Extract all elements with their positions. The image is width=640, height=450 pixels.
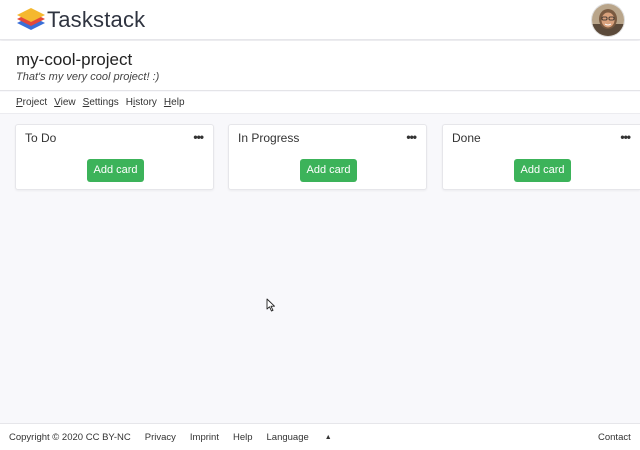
menu-help[interactable]: Help [164, 97, 185, 108]
page-footer: Copyright © 2020 CC BY-NC Privacy Imprin… [0, 423, 640, 450]
column-done: Done ••• Add card [442, 124, 640, 190]
imprint-link[interactable]: Imprint [190, 432, 219, 443]
more-options-icon[interactable]: ••• [620, 130, 631, 144]
language-dropdown[interactable]: Language ▲ [267, 432, 346, 443]
help-link[interactable]: Help [233, 432, 253, 443]
mouse-pointer-icon [266, 298, 275, 312]
add-card-button[interactable]: Add card [300, 159, 357, 182]
project-menubar: Project View Settings History Help [0, 92, 640, 114]
copyright-text: Copyright © 2020 CC BY-NC [9, 431, 131, 443]
contact-link[interactable]: Contact [598, 432, 631, 443]
menu-project[interactable]: Project [16, 97, 47, 108]
brand-home-link[interactable]: Taskstack [16, 6, 145, 34]
menu-settings[interactable]: Settings [83, 97, 119, 108]
column-title: Done [452, 131, 481, 145]
user-avatar[interactable] [592, 4, 624, 36]
column-title: To Do [25, 131, 57, 145]
top-navbar: Taskstack [0, 0, 640, 40]
column-title: In Progress [238, 131, 300, 145]
add-card-button[interactable]: Add card [87, 159, 144, 182]
project-title: my-cool-project [16, 50, 133, 69]
app-name: Taskstack [47, 7, 146, 32]
privacy-link[interactable]: Privacy [145, 432, 176, 443]
column-todo: To Do ••• Add card [15, 124, 214, 190]
menu-history[interactable]: History [126, 97, 157, 108]
column-in-progress: In Progress ••• Add card [228, 124, 427, 190]
project-header: my-cool-project That's my very cool proj… [0, 41, 640, 91]
more-options-icon[interactable]: ••• [406, 130, 417, 144]
stacked-layers-logo-icon [17, 8, 45, 30]
add-card-button[interactable]: Add card [514, 159, 571, 182]
menu-view[interactable]: View [54, 97, 76, 108]
language-label: Language [266, 431, 309, 443]
avatar-icon [592, 4, 624, 36]
project-description: That's my very cool project! :) [16, 71, 160, 83]
more-options-icon[interactable]: ••• [193, 130, 204, 144]
caret-up-icon: ▲ [324, 433, 332, 441]
